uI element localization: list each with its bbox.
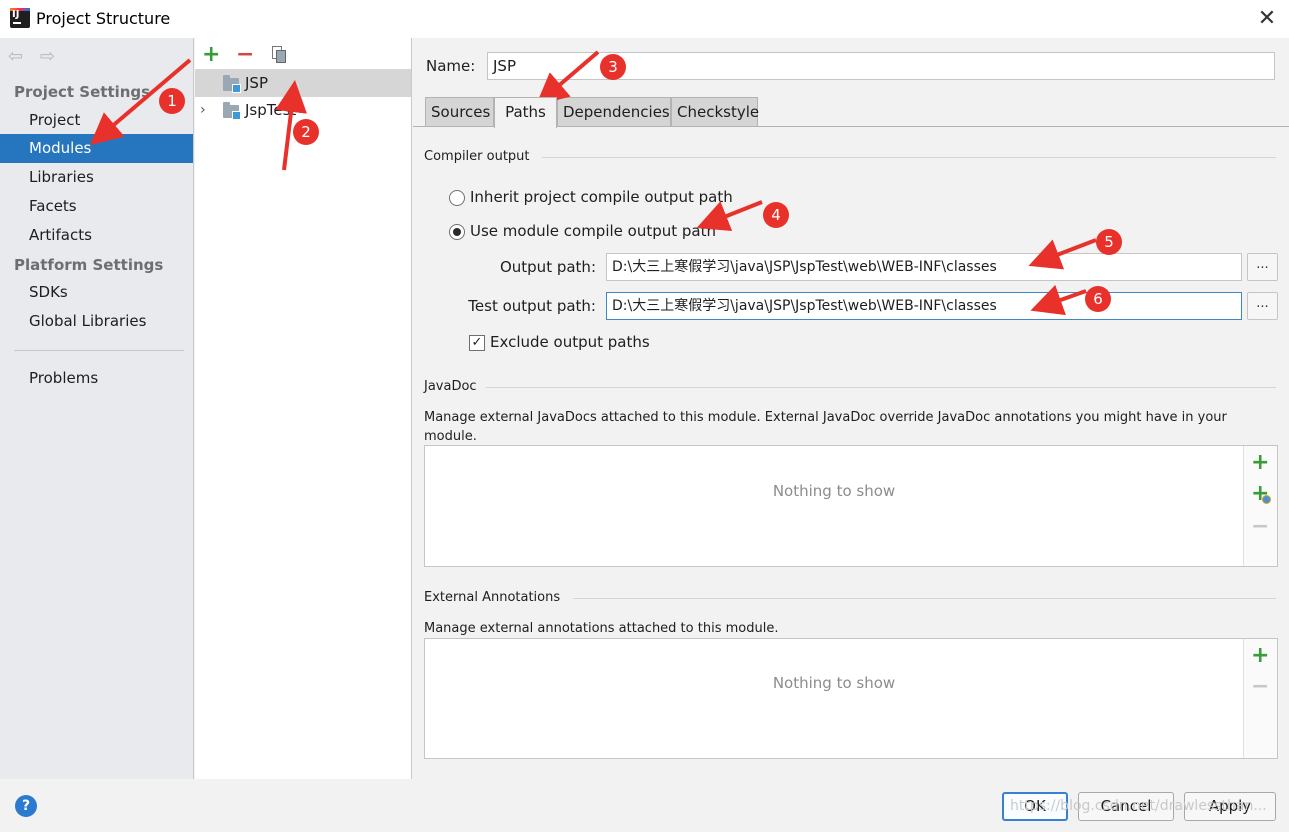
annotation-arrow-4	[696, 200, 763, 232]
annotation-badge-4: 4	[763, 202, 789, 228]
annotation-overlay	[89, 50, 1097, 316]
annotation-badge-3: 3	[600, 54, 626, 80]
annotation-badge-5: 5	[1096, 229, 1122, 255]
annotation-arrow-6	[1030, 284, 1087, 316]
annotation-badge-2: 2	[293, 119, 319, 145]
annotation-arrow-5	[1028, 238, 1097, 270]
tab-paths[interactable]: Paths	[494, 97, 557, 128]
annotation-badge-6: 6	[1085, 286, 1111, 312]
annotation-arrow-3	[535, 50, 600, 106]
annotation-badge-1: 1	[159, 88, 185, 114]
